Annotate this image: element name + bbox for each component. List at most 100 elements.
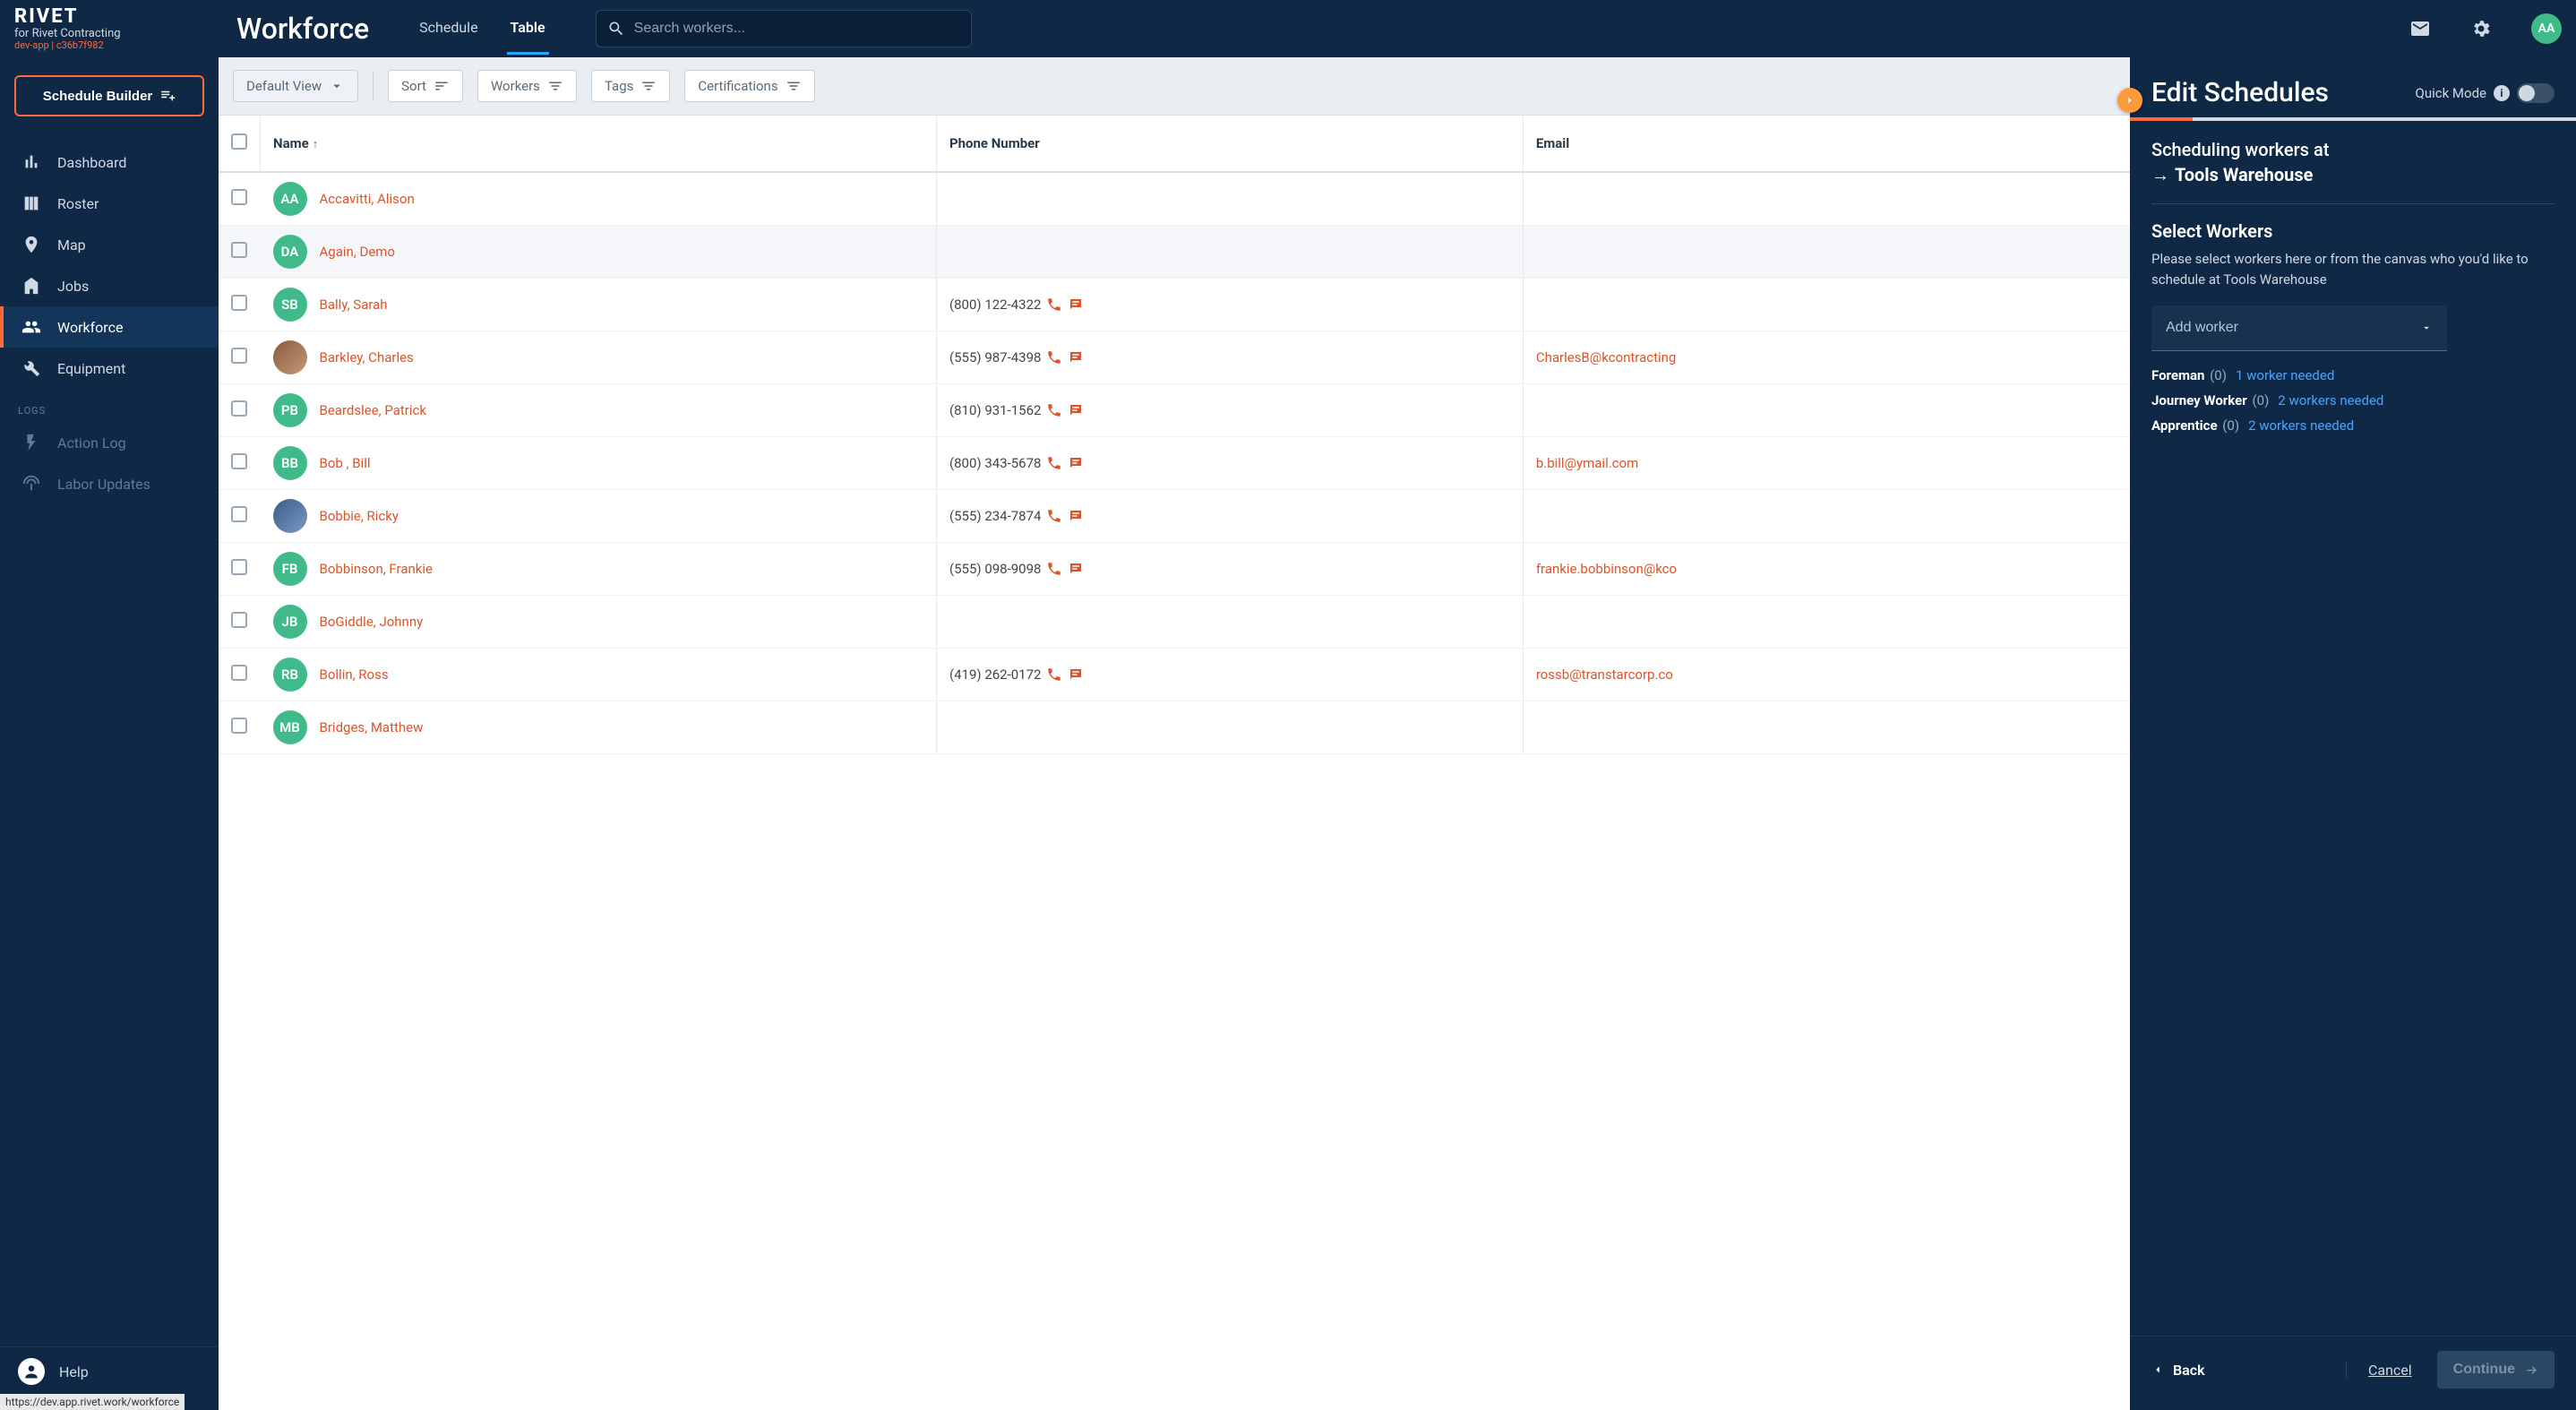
worker-name[interactable]: Bridges, Matthew bbox=[320, 719, 424, 735]
worker-name[interactable]: Bally, Sarah bbox=[320, 297, 388, 313]
select-all-header[interactable] bbox=[219, 116, 261, 172]
table-row[interactable]: FBBobbinson, Frankie(555) 098-9098franki… bbox=[219, 543, 2130, 596]
row-checkbox[interactable] bbox=[231, 665, 247, 681]
worker-name[interactable]: Accavitti, Alison bbox=[320, 191, 415, 207]
message-icon[interactable] bbox=[1068, 402, 1084, 418]
col-name[interactable]: Name↑ bbox=[261, 116, 937, 172]
worker-name[interactable]: Bobbie, Ricky bbox=[320, 508, 399, 524]
wrench-icon bbox=[21, 358, 41, 378]
message-icon[interactable] bbox=[1068, 561, 1084, 577]
sidebar-item-dashboard[interactable]: Dashboard bbox=[0, 142, 219, 183]
sidebar-item-action-log[interactable]: Action Log bbox=[0, 422, 219, 463]
table-row[interactable]: RBBollin, Ross(419) 262-0172rossb@transt… bbox=[219, 649, 2130, 701]
row-checkbox[interactable] bbox=[231, 295, 247, 311]
table-row[interactable]: SBBally, Sarah(800) 122-4322 bbox=[219, 279, 2130, 331]
message-icon[interactable] bbox=[1068, 455, 1084, 471]
table-row[interactable]: MB Bridges, Matthew bbox=[219, 701, 2130, 754]
phone-icon[interactable] bbox=[1046, 508, 1062, 524]
requirement-needed-link[interactable]: 1 worker needed bbox=[2236, 367, 2334, 383]
email-address[interactable]: rossb@transtarcorp.co bbox=[1536, 666, 1673, 683]
worker-name[interactable]: BoGiddle, Johnny bbox=[320, 614, 424, 630]
continue-button[interactable]: Continue bbox=[2437, 1351, 2555, 1389]
sidebar-item-roster[interactable]: Roster bbox=[0, 183, 219, 224]
sidebar-item-equipment[interactable]: Equipment bbox=[0, 348, 219, 389]
col-email[interactable]: Email bbox=[1523, 116, 2130, 172]
phone-number: (810) 931-1562 bbox=[949, 402, 1042, 418]
row-checkbox[interactable] bbox=[231, 559, 247, 575]
phone-icon[interactable] bbox=[1046, 297, 1062, 313]
phone-icon[interactable] bbox=[1046, 349, 1062, 365]
row-checkbox[interactable] bbox=[231, 612, 247, 628]
gear-icon[interactable] bbox=[2470, 18, 2492, 39]
panel-collapse-button[interactable] bbox=[2117, 88, 2142, 113]
email-address[interactable]: b.bill@ymail.com bbox=[1536, 455, 1638, 471]
people-icon bbox=[21, 317, 41, 337]
row-checkbox[interactable] bbox=[231, 718, 247, 734]
quick-mode-toggle[interactable] bbox=[2517, 83, 2555, 103]
message-icon[interactable] bbox=[1068, 297, 1084, 313]
certifications-filter-chip[interactable]: Certifications bbox=[684, 70, 814, 102]
sidebar-item-workforce[interactable]: Workforce bbox=[0, 306, 219, 348]
phone-icon[interactable] bbox=[1046, 561, 1062, 577]
col-phone[interactable]: Phone Number bbox=[936, 116, 1523, 172]
workers-filter-chip[interactable]: Workers bbox=[477, 70, 577, 102]
default-view-dropdown[interactable]: Default View bbox=[233, 70, 358, 102]
table-row[interactable]: JBBoGiddle, Johnny bbox=[219, 596, 2130, 649]
message-icon[interactable] bbox=[1068, 666, 1084, 683]
message-icon[interactable] bbox=[1068, 508, 1084, 524]
worker-name[interactable]: Bollin, Ross bbox=[320, 666, 389, 683]
worker-name[interactable]: Bobbinson, Frankie bbox=[320, 561, 433, 577]
worker-avatar: AA bbox=[273, 182, 307, 216]
table-row[interactable]: AA Accavitti, Alison bbox=[219, 172, 2130, 226]
sidebar-item-map[interactable]: Map bbox=[0, 224, 219, 265]
bolt-icon bbox=[21, 433, 41, 452]
info-icon[interactable]: i bbox=[2494, 85, 2510, 101]
requirement-needed-link[interactable]: 2 workers needed bbox=[2278, 392, 2383, 408]
sort-asc-icon: ↑ bbox=[313, 138, 319, 151]
tags-filter-chip[interactable]: Tags bbox=[591, 70, 670, 102]
table-row[interactable]: Bobbie, Ricky(555) 234-7874 bbox=[219, 490, 2130, 543]
phone-icon[interactable] bbox=[1046, 666, 1062, 683]
table-row[interactable]: PB Beardslee, Patrick (810) 931-1562 bbox=[219, 384, 2130, 437]
message-icon[interactable] bbox=[1068, 349, 1084, 365]
requirement-needed-link[interactable]: 2 workers needed bbox=[2248, 417, 2354, 434]
sidebar-item-labor-updates[interactable]: Labor Updates bbox=[0, 463, 219, 504]
user-avatar[interactable]: AA bbox=[2531, 13, 2562, 44]
cancel-button[interactable]: Cancel bbox=[2346, 1362, 2412, 1379]
row-checkbox[interactable] bbox=[231, 453, 247, 469]
table-row[interactable]: Barkley, Charles(555) 987-4398CharlesB@k… bbox=[219, 331, 2130, 384]
table-wrap[interactable]: Name↑ Phone Number Email AA Accavitti, Al… bbox=[219, 116, 2130, 1410]
search-input[interactable] bbox=[634, 21, 960, 37]
phone-icon[interactable] bbox=[1046, 455, 1062, 471]
row-checkbox[interactable] bbox=[231, 242, 247, 258]
table-row[interactable]: BBBob , Bill(800) 343-5678b.bill@ymail.c… bbox=[219, 437, 2130, 490]
worker-name[interactable]: Bob , Bill bbox=[320, 455, 371, 471]
row-checkbox[interactable] bbox=[231, 506, 247, 522]
worker-avatar: PB bbox=[273, 393, 307, 427]
table-row[interactable]: DAAgain, Demo bbox=[219, 226, 2130, 279]
status-bar-url: https://dev.app.rivet.work/workforce bbox=[0, 1394, 185, 1410]
select-all-checkbox[interactable] bbox=[231, 133, 247, 150]
row-checkbox[interactable] bbox=[231, 400, 247, 417]
tab-table[interactable]: Table bbox=[507, 3, 549, 55]
back-button[interactable]: Back bbox=[2151, 1362, 2205, 1379]
worker-avatar: MB bbox=[273, 710, 307, 744]
add-worker-dropdown[interactable]: Add worker bbox=[2151, 305, 2447, 351]
worker-name[interactable]: Again, Demo bbox=[320, 244, 395, 260]
schedule-builder-button[interactable]: Schedule Builder bbox=[14, 75, 204, 116]
worker-name[interactable]: Beardslee, Patrick bbox=[320, 402, 426, 418]
worker-name[interactable]: Barkley, Charles bbox=[320, 349, 414, 365]
search-wrap[interactable] bbox=[596, 10, 972, 47]
row-checkbox[interactable] bbox=[231, 189, 247, 205]
row-checkbox[interactable] bbox=[231, 348, 247, 364]
tab-schedule[interactable]: Schedule bbox=[416, 3, 481, 55]
phone-icon[interactable] bbox=[1046, 402, 1062, 418]
sort-lines-icon bbox=[434, 78, 450, 94]
email-address[interactable]: frankie.bobbinson@kco bbox=[1536, 561, 1677, 577]
mail-icon[interactable] bbox=[2409, 18, 2431, 39]
brand-env-tag: dev-app | c36b7f982 bbox=[14, 40, 193, 51]
quick-mode-control: Quick Mode i bbox=[2416, 83, 2555, 103]
email-address[interactable]: CharlesB@kcontracting bbox=[1536, 349, 1677, 365]
sidebar-item-jobs[interactable]: Jobs bbox=[0, 265, 219, 306]
sort-chip[interactable]: Sort bbox=[388, 70, 463, 102]
